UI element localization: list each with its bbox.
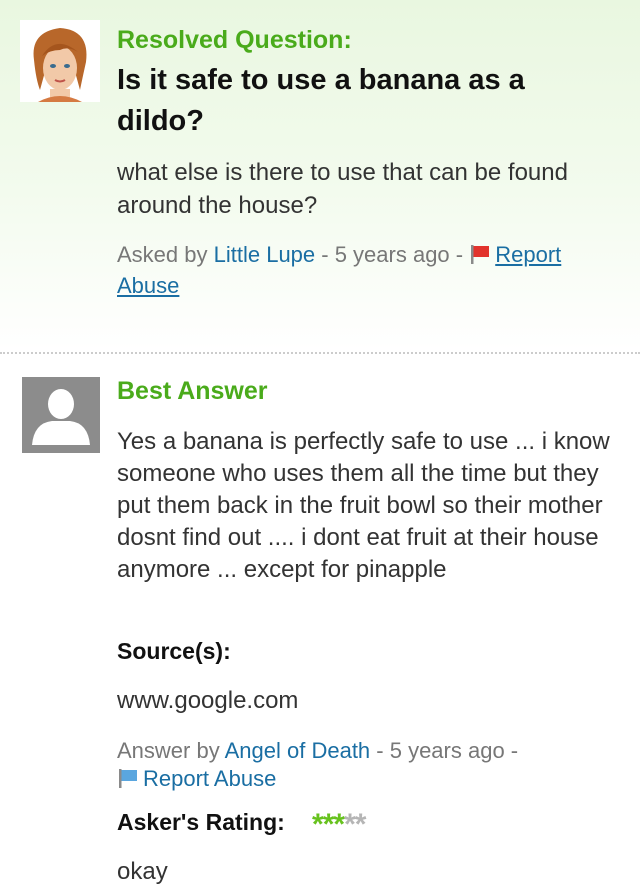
question-title: Is it safe to use a banana as a dildo? (117, 64, 525, 137)
question-section: Resolved Question: Is it safe to use a b… (0, 0, 640, 350)
star-empty-icon: * (354, 808, 367, 841)
star-filled-icon: * (333, 808, 345, 841)
answerer-avatar[interactable] (22, 377, 100, 453)
asker-avatar[interactable] (20, 20, 100, 102)
answerer-name-link[interactable]: Angel of Death (225, 738, 371, 763)
question-time: - 5 years ago - (315, 242, 470, 267)
asker-avatar-image (20, 20, 100, 102)
answer-body: Yes a banana is perfectly safe to use ..… (117, 428, 610, 583)
star-empty-icon: * (344, 808, 356, 841)
rating-stars: ***** (312, 808, 367, 842)
best-answer-label: Best Answer (117, 377, 268, 405)
question-body: what else is there to use that can be fo… (117, 159, 568, 219)
star-filled-icon: * (312, 808, 324, 841)
blue-flag-icon[interactable] (117, 767, 139, 796)
answer-report-abuse-link[interactable]: Report Abuse (143, 766, 276, 791)
question-meta: Asked by Little Lupe - 5 years ago - Rep… (117, 241, 617, 300)
answer-meta: Answer by Angel of Death - 5 years ago -… (117, 737, 617, 796)
answer-by-prefix: Answer by (117, 738, 220, 763)
source-value: www.google.com (117, 687, 299, 714)
resolved-question-label: Resolved Question: (117, 26, 352, 54)
red-flag-icon[interactable] (469, 243, 491, 272)
sources-label: Source(s): (117, 638, 231, 664)
asker-comment: okay (117, 858, 168, 885)
answer-time: - 5 years ago - (370, 738, 519, 763)
askers-rating-label: Asker's Rating: (117, 809, 285, 835)
asker-name-link[interactable]: Little Lupe (214, 242, 316, 267)
section-divider (0, 352, 640, 354)
star-filled-icon: * (322, 808, 335, 841)
asked-by-prefix: Asked by (117, 242, 208, 267)
default-user-icon (22, 377, 100, 453)
